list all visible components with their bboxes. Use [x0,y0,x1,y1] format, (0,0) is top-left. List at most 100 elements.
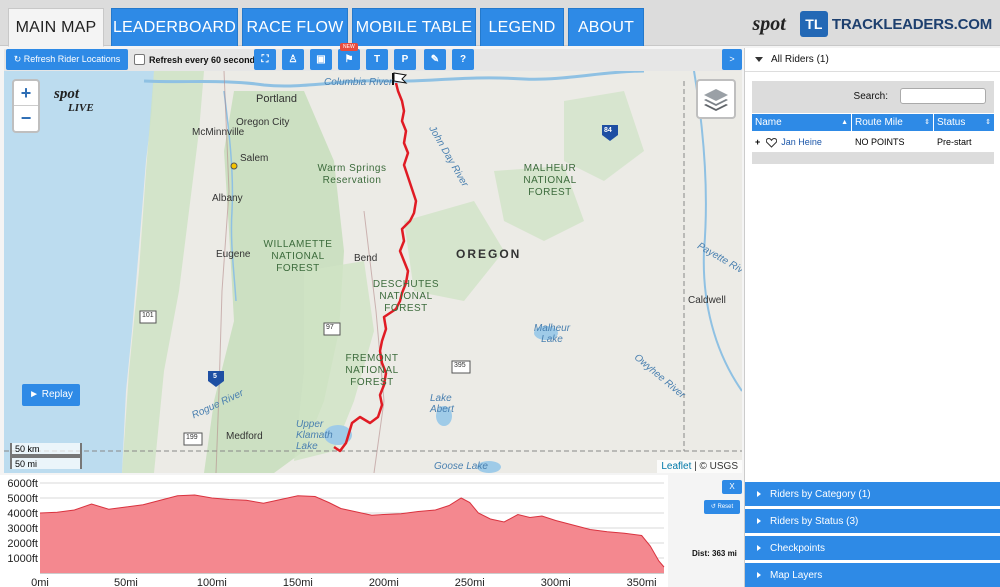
riders-panel: All Riders (1) Search: Name ▲ Route Mile ⇕… [744,48,1000,587]
tab-about[interactable]: ABOUT [568,8,644,46]
rider-status: Pre-start [937,137,972,147]
fullscreen-button[interactable]: ⛶ [254,49,276,70]
rider-route-mile: NO POINTS [855,137,905,147]
all-riders-header[interactable]: All Riders (1) [745,48,1000,72]
tab-leaderboard[interactable]: LEADERBOARD [111,8,238,46]
person-button[interactable]: ♙ [282,49,304,70]
map-label-salem: Salem [240,153,269,164]
auto-refresh-label: Refresh every 60 seconds [149,54,261,65]
refresh-icon: ↻ [13,54,24,64]
elevation-area [40,495,664,573]
search-bar: Search: [752,81,994,113]
y-tick-label: 4000ft [7,508,38,520]
top-navigation: MAIN MAP LEADERBOARD RACE FLOW MOBILE TA… [0,0,1000,47]
col-name-header[interactable]: Name ▲ [752,114,852,131]
y-tick-label: 5000ft [7,493,38,505]
x-tick-label: 50mi [114,577,138,587]
attribution-text: | © USGS [691,461,738,472]
expand-panel-button[interactable]: > [722,49,742,70]
map-label-portland: Portland [256,93,297,105]
riders-by-category-accordion[interactable]: Riders by Category (1) [745,481,1000,506]
close-elevation-button[interactable]: X [722,480,742,494]
zoom-in-button[interactable]: + [14,81,38,106]
auto-refresh-toggle[interactable]: Refresh every 60 seconds [134,54,260,65]
t-button[interactable]: T [366,49,388,70]
elevation-y-ticks: 6000ft 5000ft 4000ft 3000ft 2000ft 1000ft [7,478,38,565]
col-route-mile-header[interactable]: Route Mile ⇕ [852,114,934,131]
map-label-goose-lake: Goose Lake [434,461,488,472]
all-riders-title: All Riders (1) [771,54,829,65]
tab-mobile-table[interactable]: MOBILE TABLE [352,8,476,46]
table-footer [752,153,994,164]
trackleaders-logo-icon: TL [799,11,828,37]
p-button[interactable]: P [394,49,416,70]
map-label-mcminnville: McMinnville [192,127,245,138]
map-label-eugene: Eugene [216,249,251,260]
map-label-albany: Albany [212,193,243,204]
app-root: MAIN MAP LEADERBOARD RACE FLOW MOBILE TA… [0,0,1000,587]
table-row[interactable]: + Jan Heine NO POINTS Pre-start [752,131,994,153]
brand: spot TL TRACKLEADERS.COM [753,10,992,38]
map-scale: 50 km 50 mi [10,443,82,469]
caret-down-icon [755,56,763,62]
x-tick-label: 0mi [31,577,49,587]
map-label-columbia-river: Columbia River [324,77,393,88]
replay-button[interactable]: ► Replay [22,384,80,406]
route-101-shield: 101 [142,312,154,319]
sort-icon: ⇕ [924,119,930,126]
y-tick-label: 2000ft [7,538,38,550]
image-button[interactable]: ▣ [310,49,332,70]
help-icon: ? [459,54,467,65]
map-label-lake-abert: Lake Abert [430,393,454,415]
zoom-out-button[interactable]: − [14,106,38,131]
map-label-fremont-nf: FREMONT NATIONAL FOREST [345,353,399,388]
y-tick-label: 6000ft [7,478,38,490]
flag-button[interactable]: ⚑ [338,49,360,70]
map-label-caldwell: Caldwell [688,295,726,306]
sort-icon: ⇕ [985,119,991,126]
elevation-chart: 6000ft 5000ft 4000ft 3000ft 2000ft 1000ft 0mi… [7,478,665,587]
reset-elevation-button[interactable]: ↺ Reset [704,500,740,514]
refresh-rider-locations-button[interactable]: ↻ Refresh Rider Locations [6,49,128,70]
heart-icon[interactable] [765,137,777,148]
link-icon: ✎ [430,54,440,65]
search-input[interactable] [900,88,986,104]
tab-legend[interactable]: LEGEND [480,8,564,46]
map-label-oregon: OREGON [456,247,522,261]
checkpoints-accordion[interactable]: Checkpoints [745,535,1000,560]
map-toolbar: ↻ Refresh Rider Locations Refresh every … [4,43,742,71]
x-tick-label: 100mi [197,577,227,587]
elevation-profile[interactable]: 6000ft 5000ft 4000ft 3000ft 2000ft 1000ft 0mi… [0,475,668,587]
elevation-x-ticks: 0mi 50mi 100mi 150mi 200mi 250mi 300mi 350mi [31,577,657,587]
tab-race-flow[interactable]: RACE FLOW [242,8,348,46]
leaflet-link[interactable]: Leaflet [661,461,691,472]
riders-by-status-accordion[interactable]: Riders by Status (3) [745,508,1000,533]
image-icon: ▣ [316,54,326,65]
spot-logo: spot [752,12,786,35]
tab-main-map[interactable]: MAIN MAP [8,8,104,47]
x-tick-label: 150mi [283,577,313,587]
zoom-control: + − [12,79,40,133]
scale-km: 50 km [10,443,82,456]
search-label: Search: [853,91,888,102]
refresh-label: Refresh Rider Locations [23,54,121,64]
layers-icon [704,89,728,111]
y-tick-label: 3000ft [7,523,38,535]
spot-live-logo: spot LIVE [54,87,94,115]
expand-plus-icon[interactable]: + [755,137,760,147]
new-badge: NEW [340,43,358,51]
caret-right-icon [757,491,761,498]
x-tick-label: 200mi [369,577,399,587]
route-map[interactable]: Portland Columbia River Oregon City McMi… [4,71,742,473]
help-button[interactable]: ? [452,49,474,70]
rider-name-link[interactable]: Jan Heine [781,137,822,147]
interstate-84-shield: 84 [604,127,612,134]
col-status-header[interactable]: Status ⇕ [934,114,994,131]
link-button[interactable]: ✎ [424,49,446,70]
layers-button[interactable] [696,79,736,119]
map-label-deschutes-nf: DESCHUTES NATIONAL FOREST [372,279,440,314]
auto-refresh-checkbox[interactable] [134,54,145,65]
map-layers-accordion[interactable]: Map Layers [745,562,1000,587]
route-395-shield: 395 [454,362,466,369]
caret-right-icon [757,518,761,525]
